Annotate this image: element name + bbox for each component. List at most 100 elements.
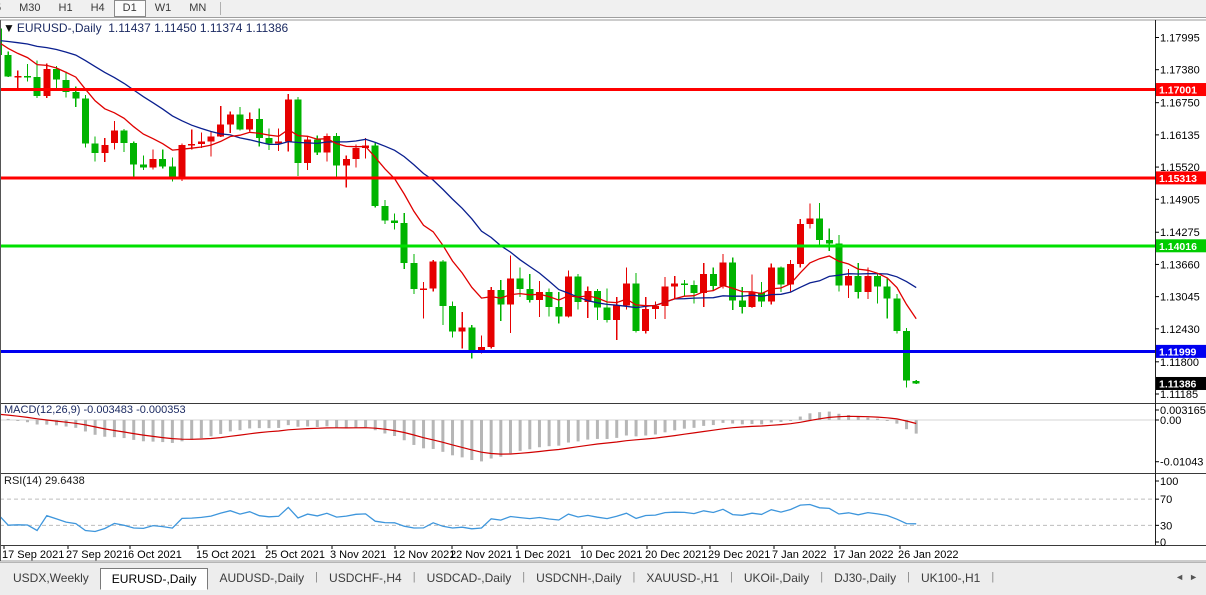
candle-body [24,76,31,77]
candle-body [217,125,224,137]
macd-histogram-bar [606,420,609,439]
macd-histogram-bar [615,420,618,438]
candle-body [459,327,466,331]
macd-histogram-bar [741,420,744,424]
macd-histogram-bar [731,420,734,423]
rsi-axis-tick-label: 100 [1160,476,1178,488]
price-axis-tick-label: 1.16135 [1160,130,1200,142]
candle-wick [191,129,192,149]
candle-body [720,262,727,286]
macd-histogram-bar [171,420,174,443]
candle-body [536,292,543,300]
macd-histogram-bar [577,420,580,441]
candle-body [691,285,698,293]
candle-body [82,98,89,143]
time-axis-label: 1 Dec 2021 [515,549,571,561]
candle-body [198,141,205,144]
tab-usdcnh-daily[interactable]: USDCNH-,Daily [525,568,632,590]
candle-body [188,144,195,145]
timeframe-button-m5[interactable]: 5 [0,0,10,17]
tabs-scroll-right-icon[interactable]: ► [1189,572,1203,582]
tab-usdcad-daily[interactable]: USDCAD-,Daily [416,568,523,590]
macd-histogram-bar [895,420,898,424]
macd-histogram-bar [258,420,261,428]
candle-body [111,130,118,143]
candle-body [314,139,321,152]
time-axis-label: 26 Jan 2022 [898,549,959,561]
candle-body [227,115,234,125]
macd-histogram-bar [113,420,116,437]
time-axis[interactable]: 17 Sep 202127 Sep 20216 Oct 202115 Oct 2… [2,546,959,561]
candle-body [806,218,813,224]
macd-histogram-bar [16,420,19,421]
level-line [0,176,1155,179]
macd-histogram-bar [422,420,425,448]
toolbar-separator [220,2,221,15]
svg-text:1.15313: 1.15313 [1159,173,1197,185]
chart-background [0,18,1206,562]
tab-dj30-daily[interactable]: DJ30-,Daily [823,568,907,590]
macd-histogram-bar [364,420,367,427]
macd-histogram-bar [432,420,435,449]
macd-axis-tick-label: 0.00 [1160,415,1181,427]
candle-body [555,307,562,316]
macd-histogram-bar [828,412,831,420]
tab-xauusd-h1[interactable]: XAUUSD-,H1 [635,568,730,590]
macd-histogram-bar [277,420,280,428]
tab-audusd-daily[interactable]: AUDUSD-,Daily [208,568,315,590]
price-axis-tick-label: 1.16750 [1160,98,1200,110]
timeframe-button-h4[interactable]: H4 [82,0,114,17]
macd-histogram-bar [586,420,589,440]
time-axis-label: 7 Jan 2022 [772,549,826,561]
candle-body [246,119,253,129]
time-axis-label: 3 Nov 2021 [330,549,386,561]
macd-histogram-bar [712,420,715,425]
rsi-axis-tick-label: 0 [1160,537,1166,549]
timeframe-button-mn[interactable]: MN [180,0,215,17]
candle-body [700,274,707,293]
candle-body [179,145,186,179]
candle-body [43,69,50,96]
candle-body [729,262,736,300]
macd-histogram-bar [316,420,319,427]
macd-histogram-bar [306,420,309,426]
macd-histogram-bar [403,420,406,440]
candle-body [913,381,920,384]
tab-ukoil-daily[interactable]: UKOil-,Daily [733,568,820,590]
candle-body [439,261,446,305]
mt4-chart-window: { "toolbar": { "buttons": [ {"label": "5… [0,0,1206,594]
candle-body [53,69,60,79]
macd-histogram-bar [683,420,686,429]
timeframe-button-m30[interactable]: M30 [10,0,49,17]
svg-text:1.11999: 1.11999 [1159,346,1197,358]
timeframe-button-w1[interactable]: W1 [146,0,181,17]
timeframe-button-h1[interactable]: H1 [50,0,82,17]
timeframe-button-d1[interactable]: D1 [114,0,146,17]
macd-histogram-bar [857,417,860,420]
macd-histogram-bar [7,419,10,420]
candle-wick [210,131,211,157]
tab-eurusd-daily[interactable]: EURUSD-,Daily [100,568,209,590]
price-axis-tick-label: 1.14275 [1160,227,1200,239]
candle-body [642,309,649,331]
tab-usdchf-h4[interactable]: USDCHF-,H4 [318,568,413,590]
candle-body [884,286,891,298]
macd-histogram-bar [664,420,667,432]
candle-body [768,268,775,302]
candle-wick [201,133,202,149]
svg-text:1.14016: 1.14016 [1159,241,1197,253]
macd-histogram-bar [152,420,155,442]
price-chart-canvas[interactable]: 1.179951.173801.167501.161351.155201.149… [0,18,1206,562]
price-axis-tick-label: 1.11185 [1160,389,1198,401]
tab-uk100-h1[interactable]: UK100-,H1 [910,568,991,590]
tab-usdx-weekly[interactable]: USDX,Weekly [2,568,100,590]
tabs-scroll-left-icon[interactable]: ◄ [1175,572,1189,582]
macd-histogram-bar [461,420,464,457]
macd-histogram-bar [548,420,551,446]
macd-histogram-bar [287,420,290,425]
macd-histogram-bar [219,420,222,434]
macd-histogram-bar [383,420,386,433]
candle-body [352,148,359,159]
candle-body [488,290,495,347]
macd-histogram-bar [635,420,638,436]
